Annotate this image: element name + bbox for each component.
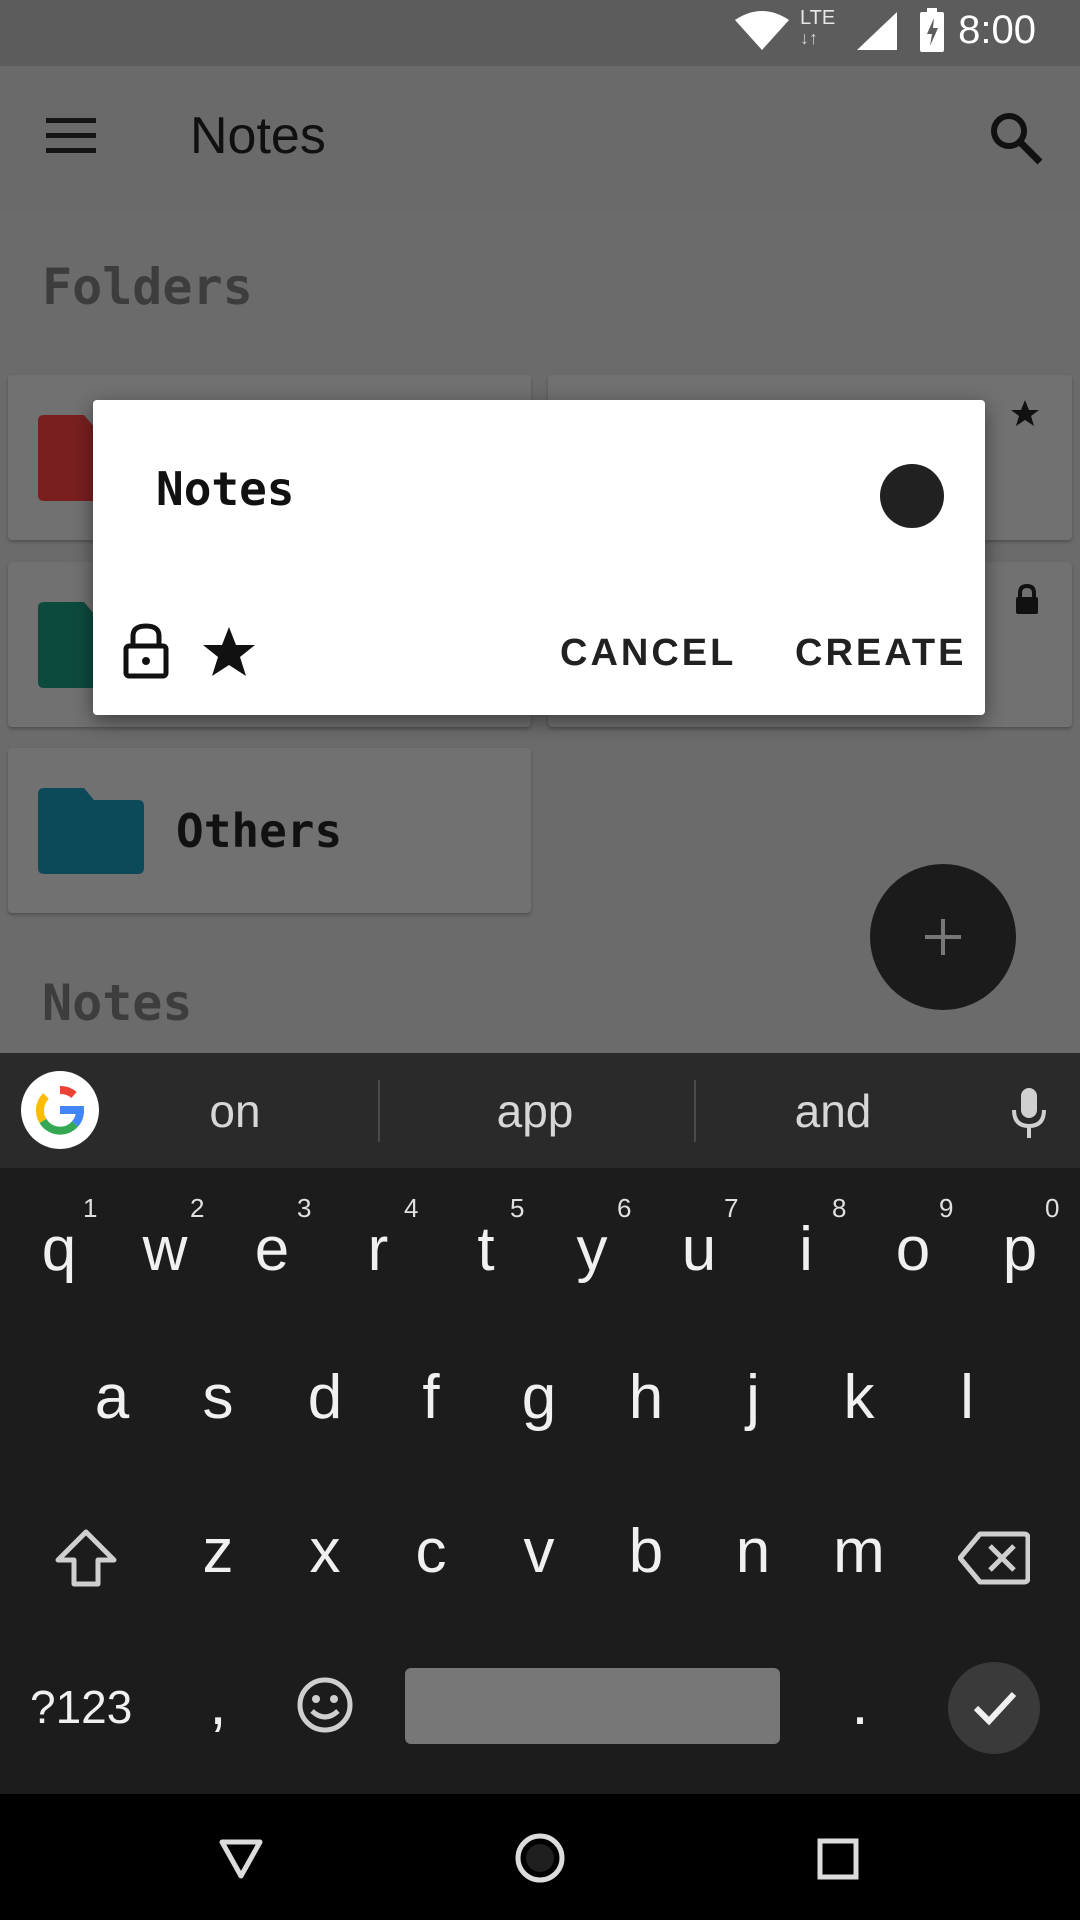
key-x[interactable]: x bbox=[285, 1516, 365, 1587]
key-f[interactable]: f bbox=[391, 1362, 471, 1433]
microphone-icon[interactable] bbox=[1010, 1086, 1048, 1140]
key-comma[interactable]: , bbox=[178, 1668, 258, 1739]
star-icon bbox=[1011, 400, 1039, 426]
folder-label: Others bbox=[176, 804, 343, 858]
key-hint: 6 bbox=[617, 1193, 632, 1223]
backspace-icon[interactable] bbox=[958, 1530, 1030, 1586]
key-v[interactable]: v bbox=[499, 1516, 579, 1587]
key-hint: 7 bbox=[724, 1193, 739, 1223]
suggestion-1[interactable]: on bbox=[140, 1084, 330, 1138]
google-icon[interactable] bbox=[21, 1071, 99, 1149]
key-hint: 2 bbox=[190, 1193, 205, 1223]
back-icon[interactable] bbox=[218, 1836, 264, 1880]
key-hint: 5 bbox=[510, 1193, 525, 1223]
key-o[interactable]: o bbox=[873, 1214, 953, 1285]
key-b[interactable]: b bbox=[606, 1516, 686, 1587]
key-s[interactable]: s bbox=[178, 1362, 258, 1433]
search-icon[interactable] bbox=[988, 110, 1044, 166]
key-m[interactable]: m bbox=[819, 1516, 899, 1587]
app-bar bbox=[0, 66, 1080, 212]
wifi-icon bbox=[735, 11, 789, 50]
plus-icon bbox=[925, 919, 961, 955]
lte-indicator: LTE ↓↑ bbox=[800, 7, 836, 48]
key-c[interactable]: c bbox=[391, 1516, 471, 1587]
key-e[interactable]: e bbox=[232, 1214, 312, 1285]
key-a[interactable]: a bbox=[72, 1362, 152, 1433]
battery-charging-icon bbox=[920, 8, 944, 52]
key-row-2: a s d f g h j k l bbox=[0, 1362, 1080, 1452]
menu-icon[interactable] bbox=[46, 116, 98, 156]
suggestion-divider bbox=[694, 1080, 696, 1142]
key-i[interactable]: i bbox=[766, 1214, 846, 1285]
key-hint: 1 bbox=[83, 1193, 98, 1223]
lock-open-icon[interactable] bbox=[121, 622, 171, 680]
color-picker-button[interactable] bbox=[880, 464, 944, 528]
key-y[interactable]: y bbox=[552, 1214, 632, 1285]
folders-heading: Folders bbox=[42, 258, 253, 316]
key-hint: 0 bbox=[1045, 1193, 1060, 1223]
folder-icon bbox=[38, 788, 144, 874]
home-icon[interactable] bbox=[514, 1832, 566, 1884]
key-h[interactable]: h bbox=[606, 1362, 686, 1433]
folder-name-input[interactable]: Notes bbox=[156, 462, 294, 516]
key-g[interactable]: g bbox=[499, 1362, 579, 1433]
signal-icon bbox=[857, 12, 897, 50]
suggestion-divider bbox=[378, 1080, 380, 1142]
star-icon[interactable] bbox=[201, 625, 257, 679]
create-folder-dialog: Notes CANCEL CREATE bbox=[93, 400, 985, 715]
suggestion-3[interactable]: and bbox=[738, 1084, 928, 1138]
notes-heading: Notes bbox=[42, 974, 193, 1032]
key-r[interactable]: r bbox=[338, 1214, 418, 1285]
add-fab-button[interactable] bbox=[870, 864, 1016, 1010]
key-t[interactable]: t bbox=[446, 1214, 526, 1285]
emoji-icon[interactable] bbox=[296, 1676, 354, 1734]
folder-card[interactable]: Others bbox=[8, 748, 531, 913]
key-n[interactable]: n bbox=[713, 1516, 793, 1587]
spacebar[interactable] bbox=[405, 1668, 780, 1744]
key-z[interactable]: z bbox=[178, 1516, 258, 1587]
key-p[interactable]: p bbox=[980, 1214, 1060, 1285]
symbols-key[interactable]: ?123 bbox=[30, 1680, 132, 1734]
app-title: Notes bbox=[190, 107, 326, 165]
key-row-1: q 1 w 2 e 3 r 4 t 5 y 6 u 7 i 8 o 9 p 0 bbox=[0, 1178, 1080, 1298]
checkmark-icon bbox=[973, 1691, 1017, 1726]
google-g-icon bbox=[35, 1086, 84, 1135]
key-hint: 8 bbox=[832, 1193, 847, 1223]
key-hint: 4 bbox=[404, 1193, 419, 1223]
key-q[interactable]: q bbox=[19, 1214, 99, 1285]
enter-button[interactable] bbox=[948, 1662, 1040, 1754]
key-k[interactable]: k bbox=[819, 1362, 899, 1433]
key-row-3: z x c v b n m bbox=[0, 1516, 1080, 1606]
cancel-button[interactable]: CANCEL bbox=[560, 632, 736, 675]
key-d[interactable]: d bbox=[285, 1362, 365, 1433]
key-period[interactable]: . bbox=[820, 1668, 900, 1739]
key-j[interactable]: j bbox=[713, 1362, 793, 1433]
key-hint: 9 bbox=[939, 1193, 954, 1223]
lock-icon bbox=[1016, 584, 1038, 614]
status-time: 8:00 bbox=[958, 8, 1036, 52]
key-w[interactable]: w bbox=[125, 1214, 205, 1285]
key-u[interactable]: u bbox=[659, 1214, 739, 1285]
suggestion-2[interactable]: app bbox=[440, 1084, 630, 1138]
create-button[interactable]: CREATE bbox=[795, 632, 966, 675]
key-l[interactable]: l bbox=[927, 1362, 1007, 1433]
key-hint: 3 bbox=[297, 1193, 312, 1223]
recents-icon[interactable] bbox=[817, 1838, 859, 1880]
